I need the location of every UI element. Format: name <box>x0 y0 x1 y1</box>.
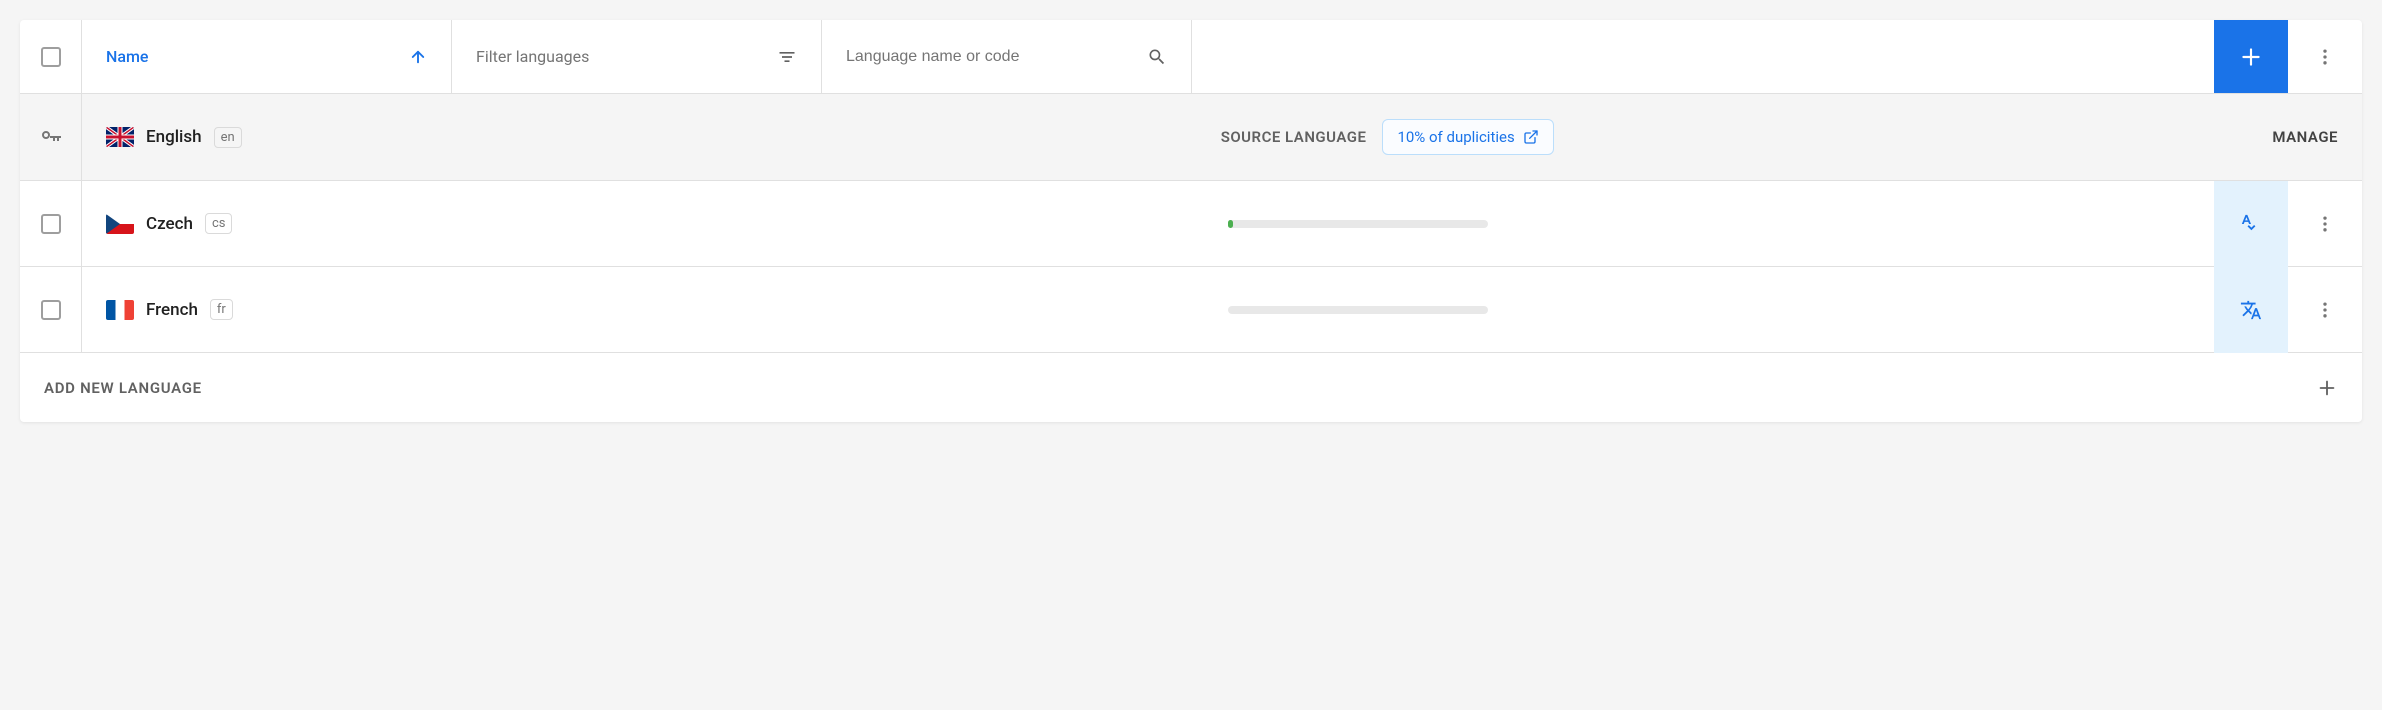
language-info[interactable]: French fr <box>82 299 502 320</box>
source-language-label: SOURCE LANGUAGE <box>1221 128 1367 146</box>
name-column-header[interactable]: Name <box>82 20 452 93</box>
row-more-menu[interactable] <box>2288 267 2362 353</box>
progress-bar <box>1228 306 1488 314</box>
header-spacer <box>1192 20 2214 93</box>
search-cell <box>822 20 1192 93</box>
language-info[interactable]: Czech cs <box>82 213 502 234</box>
translate-action[interactable] <box>2214 267 2288 353</box>
filter-label: Filter languages <box>476 47 589 66</box>
add-language-label: ADD NEW LANGUAGE <box>44 379 202 397</box>
source-language-name: English <box>146 127 202 147</box>
spellcheck-action[interactable] <box>2214 181 2288 267</box>
row-checkbox-cell <box>20 181 82 267</box>
language-row: French fr <box>20 266 2362 352</box>
add-language-footer[interactable]: ADD NEW LANGUAGE <box>20 352 2362 422</box>
filter-cell[interactable]: Filter languages <box>452 20 822 93</box>
spellcheck-icon <box>2240 213 2262 235</box>
translate-icon <box>2240 299 2262 321</box>
source-language-info: English en <box>82 127 502 148</box>
add-button[interactable] <box>2214 20 2288 93</box>
key-icon-cell <box>20 94 82 180</box>
progress-cell <box>502 220 2214 228</box>
flag-cz-icon <box>106 214 134 234</box>
more-vertical-icon <box>2315 47 2335 67</box>
select-all-checkbox[interactable] <box>41 47 61 67</box>
progress-cell <box>502 306 2214 314</box>
row-checkbox-cell <box>20 267 82 353</box>
language-row: Czech cs <box>20 180 2362 266</box>
sort-ascending-icon <box>409 48 427 66</box>
search-input[interactable] <box>846 48 1147 66</box>
plus-icon <box>2238 44 2264 70</box>
more-vertical-icon <box>2315 214 2335 234</box>
duplicates-text: 10% of duplicities <box>1397 128 1514 146</box>
source-center: SOURCE LANGUAGE 10% of duplicities <box>502 119 2272 155</box>
language-code: cs <box>205 213 233 234</box>
duplicates-badge[interactable]: 10% of duplicities <box>1382 119 1553 155</box>
language-code: fr <box>210 299 233 320</box>
name-column-label: Name <box>106 47 148 66</box>
add-language-plus[interactable] <box>2316 377 2338 399</box>
open-external-icon <box>1523 129 1539 145</box>
table-header: Name Filter languages <box>20 20 2362 94</box>
row-more-menu[interactable] <box>2288 181 2362 267</box>
flag-uk-icon <box>106 127 134 147</box>
source-language-row: English en SOURCE LANGUAGE 10% of duplic… <box>20 94 2362 180</box>
row-checkbox[interactable] <box>41 300 61 320</box>
filter-icon <box>777 47 797 67</box>
header-more-menu[interactable] <box>2288 20 2362 93</box>
more-vertical-icon <box>2315 300 2335 320</box>
key-icon <box>39 125 63 149</box>
languages-table: Name Filter languages <box>20 20 2362 422</box>
plus-icon <box>2316 377 2338 399</box>
language-name: Czech <box>146 214 193 234</box>
progress-bar <box>1228 220 1488 228</box>
select-all-cell <box>20 20 82 93</box>
source-language-code: en <box>214 127 242 148</box>
manage-button[interactable]: MANAGE <box>2272 128 2338 146</box>
search-icon[interactable] <box>1147 47 1167 67</box>
progress-fill <box>1228 220 1233 228</box>
flag-fr-icon <box>106 300 134 320</box>
language-name: French <box>146 300 198 320</box>
row-checkbox[interactable] <box>41 214 61 234</box>
